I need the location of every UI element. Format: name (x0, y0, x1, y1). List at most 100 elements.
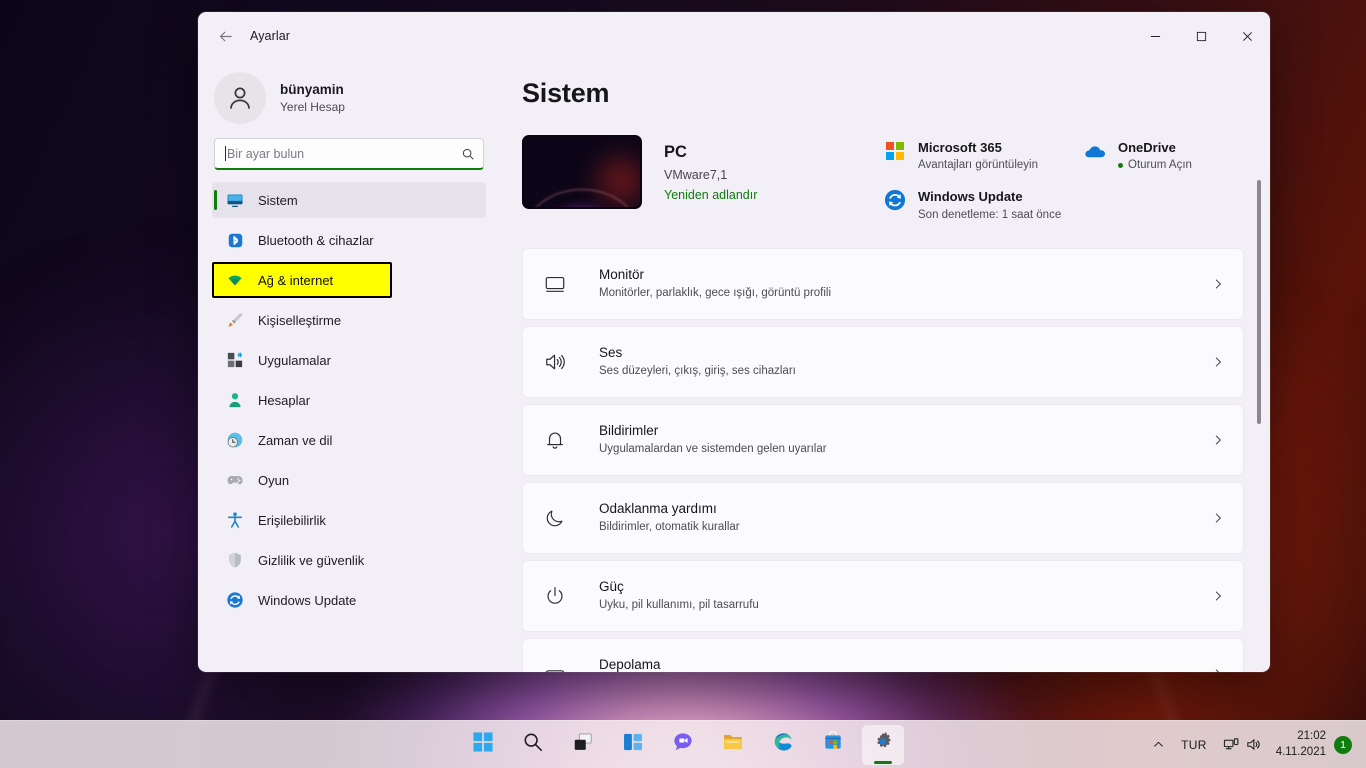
language-indicator[interactable]: TUR (1173, 728, 1215, 762)
quicklink-title: Windows Update (918, 189, 1023, 205)
card-subtitle: Monitörler, parlaklık, gece ışığı, görün… (599, 287, 832, 300)
speaker-icon (541, 351, 569, 373)
widgets-button[interactable] (612, 725, 654, 765)
sidebar: bünyamin Yerel Hesap Bir ayar bulun Sist… (198, 60, 498, 672)
close-button[interactable] (1224, 12, 1270, 60)
clock[interactable]: 21:02 4.11.2021 (1270, 729, 1334, 760)
card-title: Güç (599, 578, 624, 594)
search-icon (522, 731, 544, 758)
person-avatar-icon (230, 87, 250, 109)
maximize-button[interactable] (1178, 12, 1224, 60)
sidebar-item-uygulamalar[interactable]: Uygulamalar (212, 342, 486, 378)
sidebar-nav-list: Sistem Bluetooth & cihazlar Ağ & internet K… (212, 180, 486, 622)
title-bar: Ayarlar (198, 12, 1270, 60)
notification-badge[interactable]: 1 (1334, 735, 1352, 754)
wifi-icon (226, 271, 244, 289)
sidebar-item-zaman-ve-dil[interactable]: Zaman ve dil (212, 422, 486, 458)
search-input[interactable]: Bir ayar bulun (214, 138, 484, 170)
sidebar-item-label: Uygulamalar (258, 352, 331, 368)
card-title: Ses (599, 344, 623, 360)
settings-card-depolama[interactable]: DepolamaDepolama alanı, sürücüler, yapıl… (522, 637, 1244, 672)
sidebar-item-sistem[interactable]: Sistem (212, 182, 486, 218)
sidebar-item-label: Hesaplar (258, 392, 311, 408)
sidebar-item-label: Oyun (258, 472, 290, 488)
network-volume-button[interactable] (1215, 728, 1270, 762)
shield-icon (226, 551, 244, 569)
chevron-right-icon (1211, 511, 1225, 525)
sidebar-item-label: Bluetooth & cihazlar (258, 232, 374, 248)
settings-card-odaklanma-yard-m[interactable]: Odaklanma yardımı Bildirimler, otomatik k… (522, 481, 1244, 554)
apps-icon (226, 351, 244, 369)
folder-icon (722, 731, 744, 758)
quicklink-microsoft-365[interactable]: Microsoft 365 Avantajları görüntüleyin (884, 139, 1084, 174)
scrollbar-thumb[interactable] (1257, 180, 1261, 424)
settings-card-monit-r[interactable]: Monitör Monitörler, parlaklık, gece ışığı… (522, 247, 1244, 320)
sidebar-item-ki-iselle-tirme[interactable]: Kişiselleştirme (212, 302, 486, 338)
device-info: PC VMware7,1 Yeniden adlandır (664, 135, 757, 205)
page-title: Sistem (522, 78, 610, 108)
card-title: Odaklanma yardımı (599, 500, 717, 516)
quicklink-title: OneDrive (1118, 140, 1176, 155)
language-label: TUR (1181, 737, 1207, 752)
store-button[interactable] (812, 725, 854, 765)
device-model: VMware7,1 (664, 167, 728, 182)
scrollbar[interactable] (1254, 180, 1264, 672)
sidebar-item-a-internet[interactable]: Ağ & internet (212, 262, 392, 298)
close-icon (1242, 31, 1252, 41)
settings-button[interactable] (862, 724, 904, 765)
account-card[interactable]: bünyamin Yerel Hesap (214, 72, 486, 124)
taskbar-app-area (462, 724, 904, 765)
search-placeholder: Bir ayar bulun (227, 146, 305, 161)
window-title: Ayarlar (250, 29, 291, 43)
minimize-icon (1150, 35, 1160, 37)
monitor-icon (541, 273, 569, 295)
sidebar-item-gizlilik-ve-g-venlik[interactable]: Gizlilik ve güvenlik (212, 542, 486, 578)
gamepad-icon (226, 471, 244, 489)
settings-gear-icon (872, 731, 894, 758)
network-icon (1223, 738, 1239, 750)
search-button[interactable] (512, 725, 554, 765)
sidebar-item-label: Sistem (258, 192, 298, 208)
window-body: bünyamin Yerel Hesap Bir ayar bulun Sist… (198, 60, 1270, 672)
settings-card-bildirimler[interactable]: Bildirimler Uygulamalardan ve sistemden g… (522, 403, 1244, 476)
sidebar-item-windows-update[interactable]: Windows Update (212, 582, 486, 618)
sidebar-item-eri-ilebilirlik[interactable]: Erişilebilirlik (212, 502, 486, 538)
edge-button[interactable] (762, 725, 804, 765)
quick-links: Microsoft 365 Avantajları görüntüleyin O… (884, 135, 1244, 224)
clock-globe-icon (226, 431, 244, 449)
card-subtitle: Uygulamalardan ve sistemden gelen uyarıl… (599, 443, 827, 456)
task-view-icon (572, 731, 594, 758)
sidebar-item-hesaplar[interactable]: Hesaplar (212, 382, 486, 418)
start-button[interactable] (462, 725, 504, 765)
account-name: bünyamin (280, 81, 344, 97)
teams-chat-icon (672, 731, 694, 758)
quicklink-onedrive[interactable]: OneDrive Oturum Açın (1084, 139, 1244, 174)
rename-device-link[interactable]: Yeniden adlandır (664, 185, 757, 205)
sidebar-item-label: Kişiselleştirme (258, 312, 342, 328)
search-icon[interactable] (461, 147, 475, 161)
settings-card-g[interactable]: Güç Uyku, pil kullanımı, pil tasarrufu (522, 559, 1244, 632)
task-view-button[interactable] (562, 725, 604, 765)
device-wallpaper-thumbnail (522, 135, 642, 209)
minimize-button[interactable] (1132, 12, 1178, 60)
settings-card-ses[interactable]: Ses Ses düzeyleri, çıkış, giriş, ses ciha… (522, 325, 1244, 398)
chevron-right-icon (1211, 433, 1225, 447)
system-tray: TUR 21:02 4.11.2021 1 (1144, 728, 1358, 762)
desktop: Ayarlar bünyamin Yerel Hesap Bir ayar bu… (0, 0, 1366, 768)
card-subtitle: Ses düzeyleri, çıkış, giriş, ses cihazla… (599, 365, 796, 378)
sidebar-item-oyun[interactable]: Oyun (212, 462, 486, 498)
tray-overflow-button[interactable] (1144, 728, 1173, 762)
quicklink-windows-update[interactable]: Windows Update Son denetleme: 1 saat önc… (884, 188, 1084, 223)
sidebar-item-bluetooth-cihazlar[interactable]: Bluetooth & cihazlar (212, 222, 486, 258)
microsoft-365-icon (884, 140, 906, 162)
sidebar-item-label: Ağ & internet (258, 272, 334, 288)
back-button[interactable] (208, 20, 242, 52)
card-subtitle: Uyku, pil kullanımı, pil tasarrufu (599, 599, 759, 612)
brush-icon (226, 311, 244, 329)
quicklink-subtitle: Avantajları görüntüleyin (918, 159, 1038, 172)
bell-icon (541, 429, 569, 451)
avatar (214, 72, 266, 124)
moon-icon (541, 507, 569, 529)
file-explorer-button[interactable] (712, 725, 754, 765)
chat-button[interactable] (662, 725, 704, 765)
